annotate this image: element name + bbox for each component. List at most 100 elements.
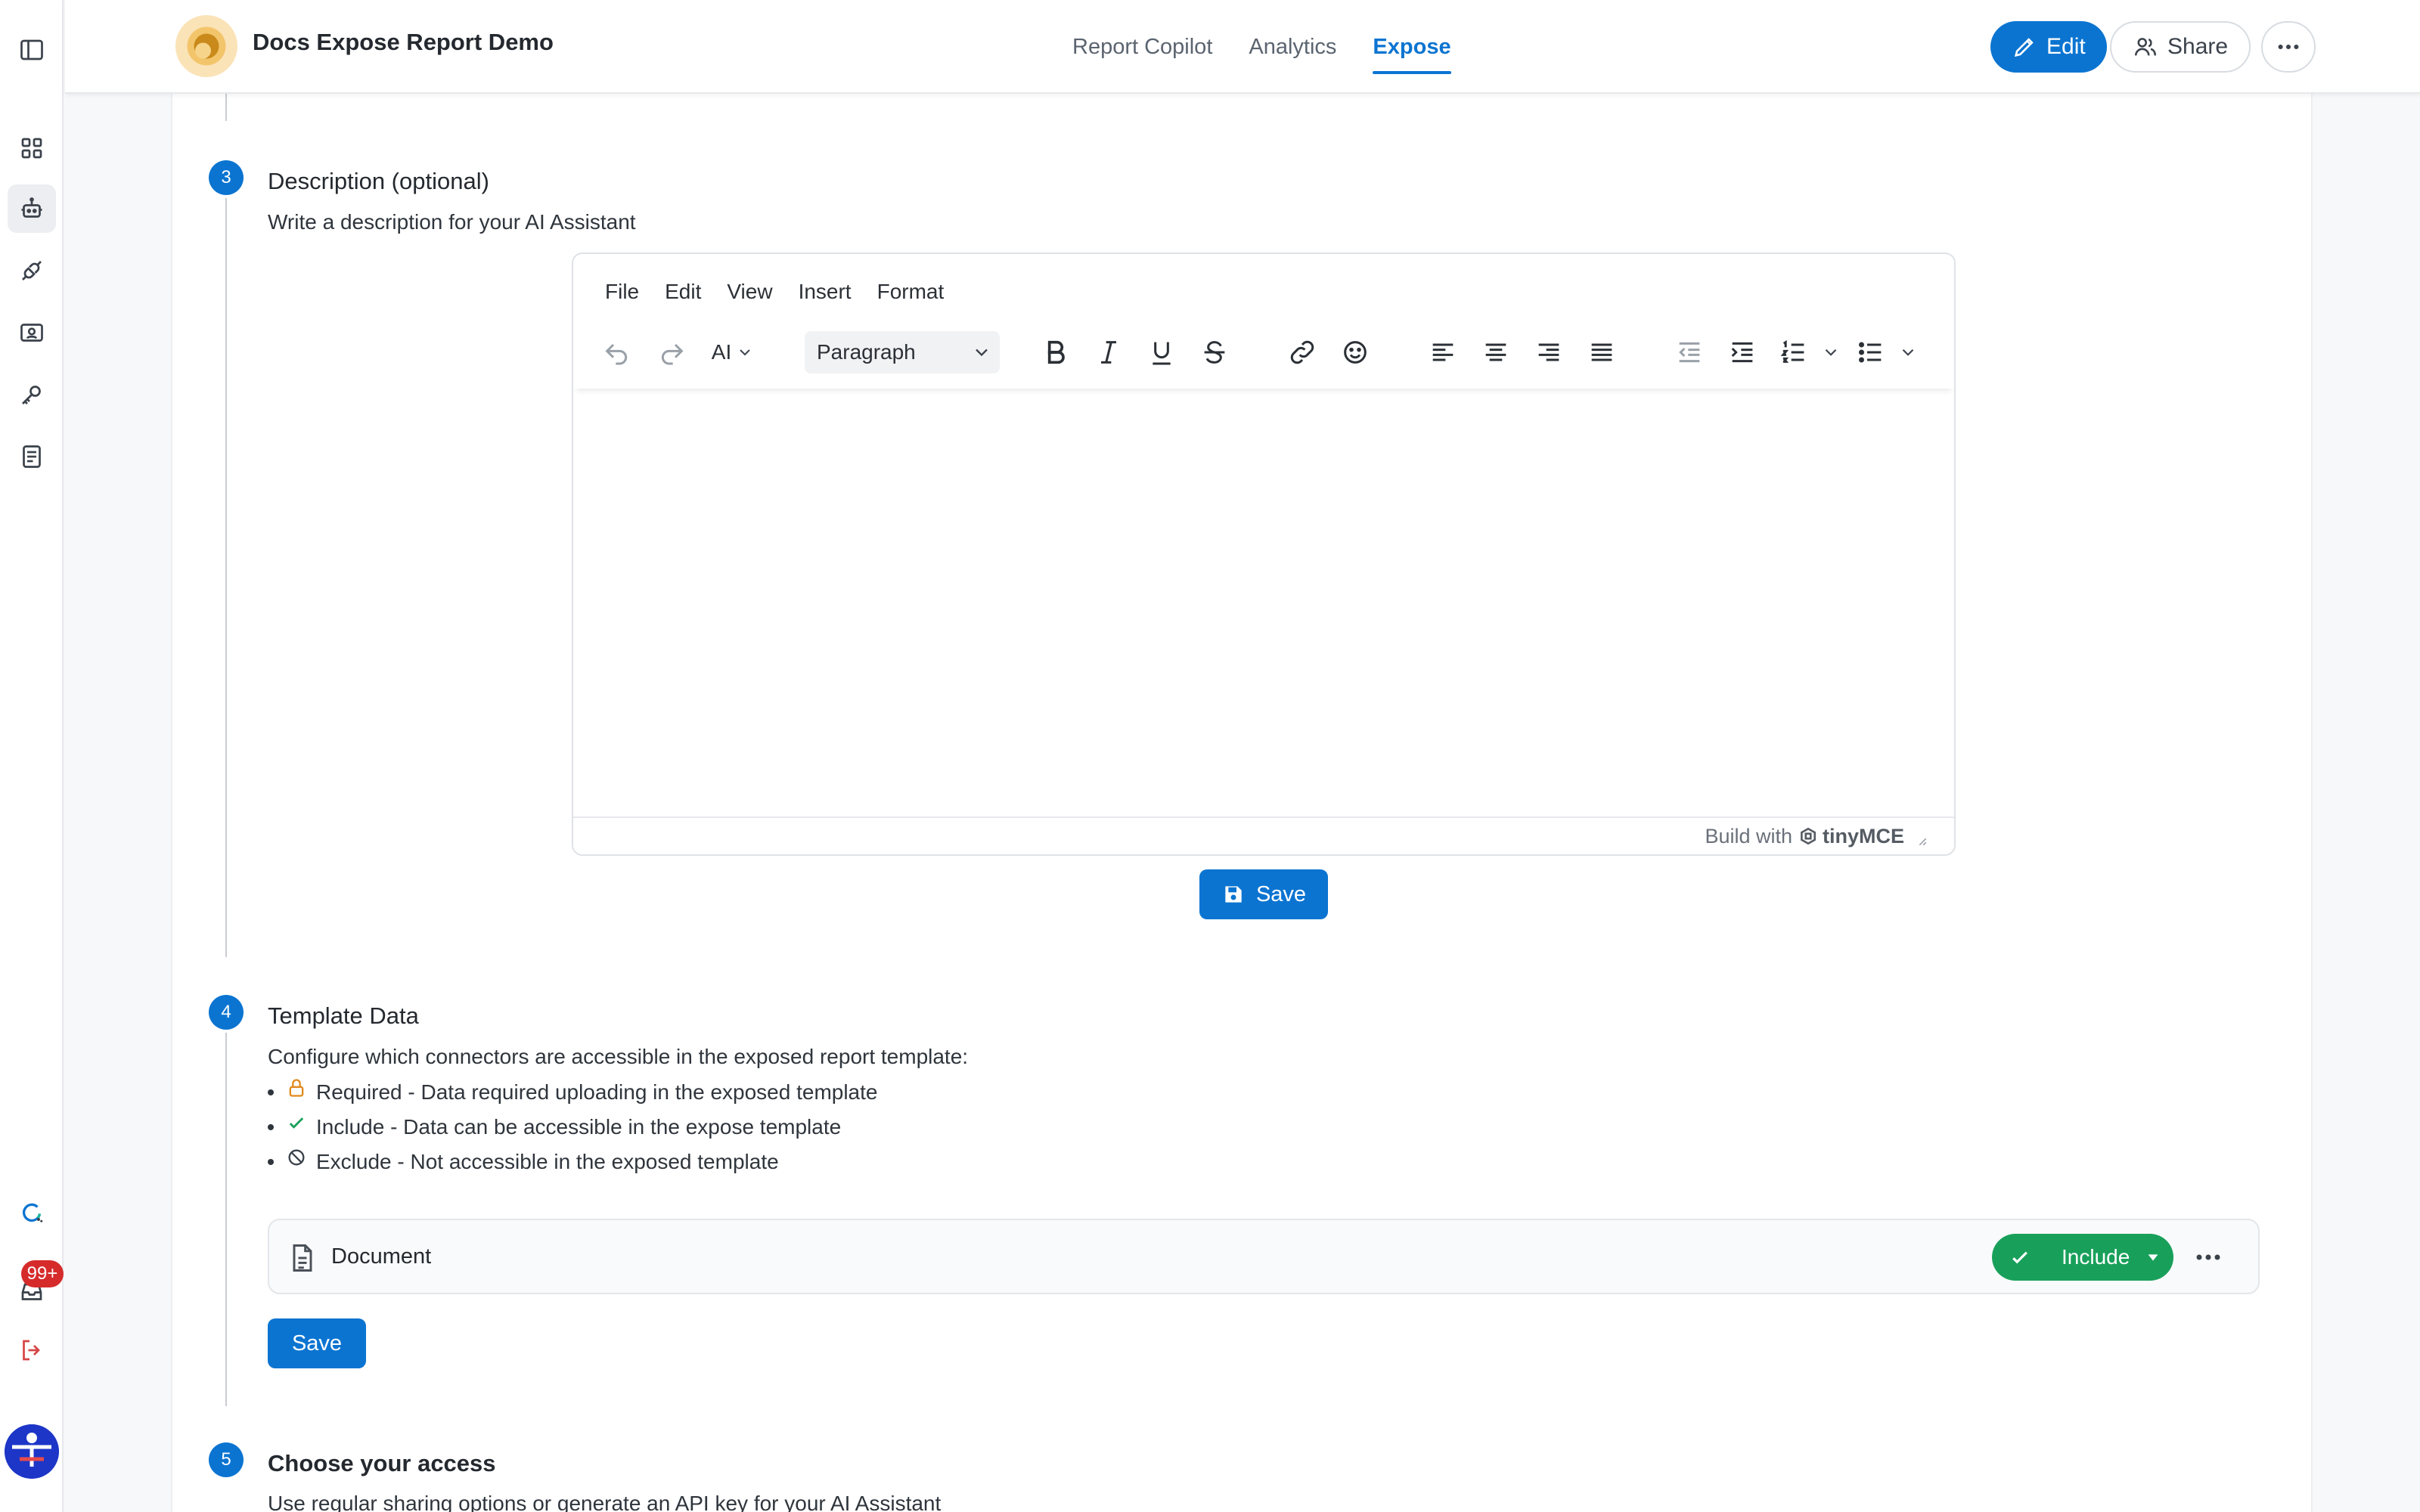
tab-report-copilot[interactable]: Report Copilot [1072,0,1212,94]
editor-toolbar: AI Paragraph [573,325,1954,389]
edit-label: Edit [2046,34,2086,59]
lock-icon [289,1079,304,1097]
editor-statusbar: Build with tinyMCE [573,816,1954,854]
include-status-label: Include [2062,1245,2130,1269]
bullet-list-icon[interactable] [1853,334,1889,370]
step-connector-line [225,198,227,957]
more-horizontal-icon [2278,44,2299,50]
align-left-icon[interactable] [1425,334,1461,370]
more-options-button[interactable] [2261,21,2316,73]
user-avatar[interactable] [5,1424,59,1479]
underline-icon[interactable] [1143,334,1180,370]
key-icon[interactable] [8,370,56,419]
menu-edit[interactable]: Edit [665,280,701,304]
connector-name: Document [331,1244,432,1269]
top-nav: Report Copilot Analytics Expose [1072,0,1451,94]
left-rail: 99+ [0,0,64,1512]
notification-badge: 99+ [21,1260,64,1287]
legend-item-required: Required - Data required uploading in th… [268,1075,877,1110]
legend-item-exclude: Exclude - Not accessible in the exposed … [268,1145,877,1179]
menu-file[interactable]: File [605,280,639,304]
chevron-down-icon [976,349,988,357]
bullet-list-chevron-down-icon[interactable] [1897,334,1919,370]
ai-dropdown[interactable]: AI [706,334,759,370]
link-icon[interactable] [1284,334,1320,370]
template-data-step-title: Template Data [268,1002,419,1029]
tab-expose[interactable]: Expose [1373,0,1451,94]
logout-icon[interactable] [8,1326,56,1374]
strikethrough-icon[interactable] [1196,334,1233,370]
app-logo[interactable] [175,15,237,77]
check-icon [289,1117,304,1129]
sidebar-toggle-icon[interactable] [8,26,56,74]
align-right-icon[interactable] [1531,334,1567,370]
tinymce-logo[interactable]: tinyMCE [1798,825,1904,848]
tab-analytics[interactable]: Analytics [1249,0,1336,94]
block-format-value: Paragraph [817,340,916,364]
resize-handle-icon[interactable] [1913,832,1928,847]
save-icon [1225,886,1242,903]
scan-icon[interactable] [8,308,56,357]
bullet [268,1159,274,1165]
rich-text-editor[interactable]: File Edit View Insert Format AI Paragrap… [572,253,1956,856]
access-step-subtitle: Use regular sharing options or generate … [268,1492,942,1512]
menu-view[interactable]: View [727,280,772,304]
top-header: Docs Expose Report Demo Report Copilot A… [65,0,2420,94]
step-4-badge: 4 [209,995,244,1030]
build-with-text: Build with [1705,824,1792,847]
step-3-badge: 3 [209,160,244,195]
document-icon [293,1244,312,1272]
redo-icon[interactable] [653,334,690,370]
edit-button[interactable]: Edit [1990,21,2107,73]
description-step-subtitle: Write a description for your AI Assistan… [268,210,636,234]
description-step-title: Description (optional) [268,168,489,194]
align-justify-icon[interactable] [1584,334,1620,370]
outdent-icon[interactable] [1671,334,1708,370]
bot-icon[interactable] [8,184,56,233]
indent-icon[interactable] [1724,334,1761,370]
description-save-button[interactable]: Save [1199,869,1328,919]
access-step-title: Choose your access [268,1450,496,1476]
pencil-icon [2014,38,2034,57]
tinymce-icon [1801,827,1816,845]
menu-format[interactable]: Format [877,280,945,304]
editor-menubar: File Edit View Insert Format [605,280,944,304]
italic-icon[interactable] [1091,334,1127,370]
dashboard-icon[interactable] [8,124,56,172]
bullet [268,1089,274,1095]
chevron-down-icon [740,349,750,356]
legend-include-text: Include - Data can be accessible in the … [316,1115,842,1139]
tinymce-brand: tinyMCE [1823,824,1904,847]
include-status-dropdown[interactable]: Include [1992,1234,2173,1281]
description-save-label: Save [1255,881,1307,906]
ban-icon [288,1149,305,1166]
template-data-save-label: Save [291,1331,343,1356]
emoji-icon[interactable] [1337,334,1373,370]
numbered-list-chevron-down-icon[interactable] [1820,334,1842,370]
access-legend: Required - Data required uploading in th… [268,1075,877,1179]
ai-label: AI [711,340,732,364]
users-icon [2134,38,2157,56]
plug-icon[interactable] [8,246,56,295]
block-format-select[interactable]: Paragraph [805,331,1000,373]
template-data-save-button[interactable]: Save [268,1318,366,1368]
align-center-icon[interactable] [1478,334,1514,370]
share-label: Share [2167,34,2229,59]
legend-exclude-text: Exclude - Not accessible in the exposed … [316,1150,779,1173]
numbered-list-icon[interactable] [1776,334,1812,370]
undo-icon[interactable] [599,334,635,370]
menu-insert[interactable]: Insert [799,280,852,304]
step-connector-line [225,94,227,121]
step-5-badge: 5 [209,1442,244,1477]
book-icon[interactable] [8,432,56,481]
legend-required-text: Required - Data required uploading in th… [316,1080,878,1104]
step-connector-line [225,1033,227,1406]
caret-down-icon [2148,1254,2158,1261]
support-icon[interactable] [8,1188,56,1237]
check-icon [2012,1251,2028,1264]
share-button[interactable]: Share [2110,21,2251,73]
legend-item-include: Include - Data can be accessible in the … [268,1110,877,1145]
more-horizontal-icon[interactable] [2193,1246,2223,1269]
template-data-step-subtitle: Configure which connectors are accessibl… [268,1045,969,1068]
bold-icon[interactable] [1038,334,1074,370]
